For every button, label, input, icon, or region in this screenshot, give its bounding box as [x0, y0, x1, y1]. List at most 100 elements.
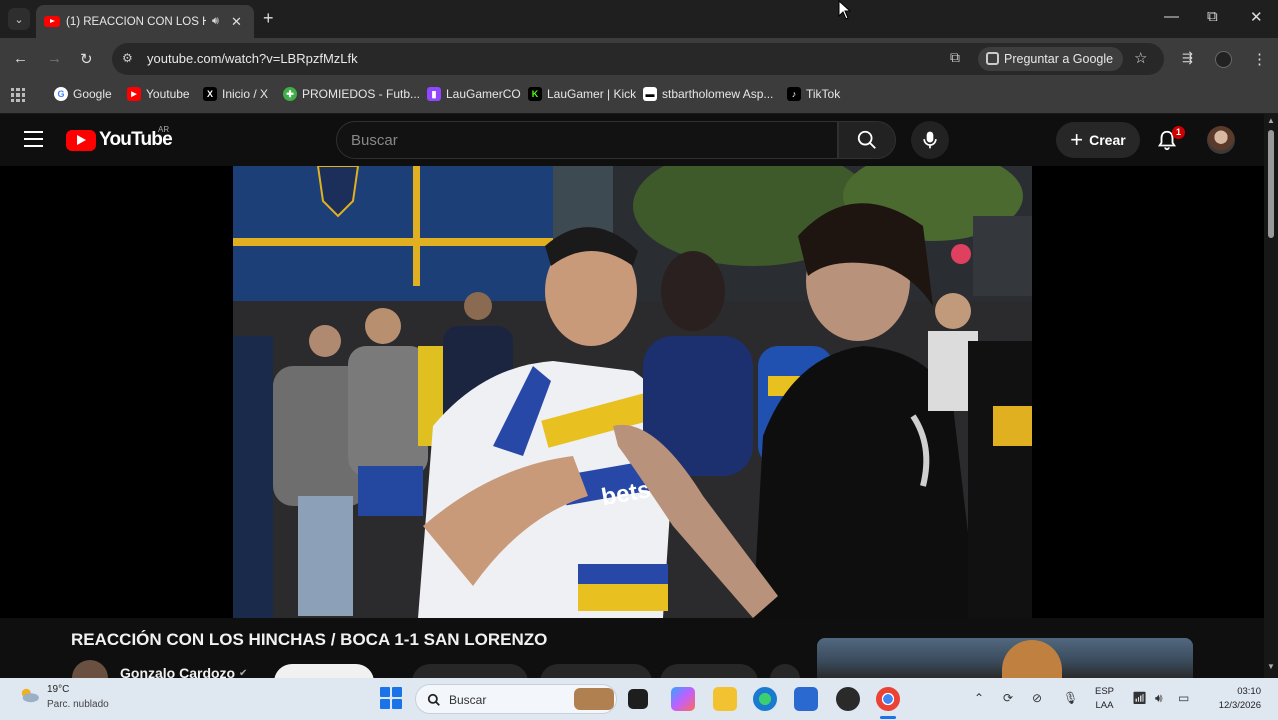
partly-cloudy-icon[interactable]	[18, 686, 40, 704]
forward-icon[interactable]: →	[47, 50, 62, 67]
notification-badge: 1	[1172, 126, 1185, 139]
search-placeholder: Buscar	[351, 132, 398, 149]
video-player[interactable]: betss	[233, 166, 1032, 618]
site-info-icon[interactable]: ⚙	[122, 51, 133, 65]
bookmark-google[interactable]: G Google	[54, 87, 112, 101]
windows-taskbar: 19°C Parc. nublado Buscar ⌃ ⟳ ⊘ 🎙︎ ESP L…	[0, 678, 1278, 720]
apps-grid-icon[interactable]	[11, 88, 25, 102]
video-title: REACCIÓN CON LOS HINCHAS / BOCA 1-1 SAN …	[71, 630, 548, 649]
back-icon[interactable]: ←	[13, 50, 28, 67]
tab-search-button[interactable]: ⌄	[8, 8, 30, 30]
mouse-cursor-icon	[838, 0, 852, 20]
restore-icon[interactable]: ⧉	[1207, 8, 1218, 25]
ask-google-label: Preguntar a Google	[1004, 52, 1114, 66]
network-off-icon[interactable]: ⊘	[1032, 691, 1042, 705]
create-label: Crear	[1089, 132, 1126, 148]
bookmark-label: stbartholomew Asp...	[662, 87, 774, 101]
voice-search-button[interactable]	[911, 121, 949, 159]
youtube-logo[interactable]: YouTube	[66, 129, 173, 151]
bookmark-label: Google	[73, 87, 112, 101]
chrome-icon[interactable]	[876, 687, 900, 711]
clock-time: 03:10	[1237, 686, 1261, 697]
page-scrollbar[interactable]: ▲ ▼	[1264, 114, 1278, 678]
keyboard-layout: LAA	[1095, 700, 1114, 711]
google-icon: G	[54, 87, 68, 101]
bookmark-label: LauGamer | Kick	[547, 87, 637, 101]
edge-icon[interactable]	[753, 687, 777, 711]
search-icon	[857, 130, 876, 149]
install-app-icon[interactable]: ⧉	[950, 49, 960, 66]
app-icon[interactable]	[836, 687, 860, 711]
youtube-icon: ▶	[127, 87, 141, 101]
tiktok-icon: ♪	[787, 87, 801, 101]
twitch-icon: ▮	[427, 87, 441, 101]
active-tab[interactable]: (1) REACCIÓN CON LOS HINCHAS / BOCA 1-1 …	[36, 5, 254, 38]
search-icon	[427, 693, 440, 706]
bookmark-label: TikTok	[806, 87, 841, 101]
battery-icon[interactable]: ▭	[1178, 691, 1189, 705]
taskbar-search-placeholder: Buscar	[449, 693, 487, 707]
active-app-indicator	[880, 716, 896, 719]
bookmark-x[interactable]: X Inicio / X	[203, 87, 268, 101]
region-code: AR	[158, 125, 170, 134]
scroll-down-icon[interactable]: ▼	[1267, 662, 1275, 671]
youtube-header: YouTube AR Buscar + Crear 1	[0, 114, 1264, 166]
x-icon: X	[203, 87, 217, 101]
search-input[interactable]: Buscar	[336, 121, 838, 159]
close-window-icon[interactable]: ✕	[1250, 8, 1263, 26]
address-bar[interactable]: ⚙ youtube.com/watch?v=LBRpzfMzLfk ⧉ Preg…	[112, 43, 1164, 75]
reload-icon[interactable]: ↻	[80, 50, 93, 68]
bookmark-kick[interactable]: K LauGamer | Kick	[528, 87, 636, 101]
bookmark-twitch[interactable]: ▮ LauGamerCO	[427, 87, 521, 101]
minimize-icon[interactable]: —	[1164, 8, 1179, 25]
bookmark-label: Youtube	[146, 87, 190, 101]
task-view-icon[interactable]	[628, 689, 648, 709]
bookmark-label: Inicio / X	[222, 87, 269, 101]
browser-toolbar: ← → ↻ ⚙ youtube.com/watch?v=LBRpzfMzLfk …	[0, 38, 1278, 80]
microphone-tray-icon[interactable]: 🎙︎	[1063, 691, 1078, 705]
speaker-icon[interactable]: 🔊︎	[212, 15, 219, 28]
bookmark-star-icon[interactable]: ☆	[1134, 49, 1147, 67]
weather-description[interactable]: Parc. nublado	[47, 699, 109, 710]
kick-icon: K	[528, 87, 542, 101]
wifi-icon[interactable]: 📶︎	[1132, 691, 1147, 705]
youtube-logo-icon	[66, 129, 96, 151]
url-text[interactable]: youtube.com/watch?v=LBRpzfMzLfk	[147, 51, 358, 66]
bookmark-youtube[interactable]: ▶ Youtube	[127, 87, 190, 101]
file-explorer-icon[interactable]	[713, 687, 737, 711]
account-avatar[interactable]	[1207, 126, 1235, 154]
ask-google-button[interactable]: Preguntar a Google	[978, 47, 1124, 71]
search-highlight-image	[574, 688, 614, 710]
bookmark-stbartholomew[interactable]: ▬ stbartholomew Asp...	[643, 87, 773, 101]
microsoft-store-icon[interactable]	[794, 687, 818, 711]
create-button[interactable]: + Crear	[1056, 122, 1140, 158]
recommended-video-thumbnail[interactable]	[817, 638, 1193, 678]
language-code: ESP	[1095, 686, 1115, 697]
bookmark-tiktok[interactable]: ♪ TikTok	[787, 87, 840, 101]
volume-icon[interactable]: 🔊︎	[1155, 691, 1163, 706]
menu-dots-icon[interactable]: ⋮	[1252, 50, 1267, 68]
copilot-icon[interactable]	[671, 687, 695, 711]
search-button[interactable]	[838, 121, 896, 159]
tab-title: (1) REACCIÓN CON LOS HINCHAS / BOCA 1-1 …	[66, 15, 206, 28]
hamburger-menu-icon[interactable]	[24, 131, 43, 147]
system-clock[interactable]: 03:10 12/3/2026	[1205, 685, 1261, 713]
profile-icon[interactable]	[1215, 51, 1232, 68]
cast-icon[interactable]: ⇶	[1182, 50, 1193, 66]
stbartholomew-icon: ▬	[643, 87, 657, 101]
close-tab-icon[interactable]: ✕	[231, 14, 242, 30]
bookmarks-bar: G Google ▶ Youtube X Inicio / X ✚ PROMIE…	[0, 80, 1278, 114]
weather-temperature[interactable]: 19°C	[47, 684, 69, 695]
sync-icon[interactable]: ⟳	[1003, 691, 1013, 705]
start-button[interactable]	[380, 687, 402, 709]
input-language[interactable]: ESP LAA	[1095, 685, 1114, 713]
clock-date: 12/3/2026	[1218, 700, 1261, 711]
show-hidden-icons-icon[interactable]: ⌃	[974, 691, 984, 705]
taskbar-search-box[interactable]: Buscar	[415, 684, 617, 714]
youtube-favicon-icon	[44, 16, 60, 27]
browser-title-bar: ⌄ (1) REACCIÓN CON LOS HINCHAS / BOCA 1-…	[0, 0, 1278, 38]
bookmark-promiedos[interactable]: ✚ PROMIEDOS - Futb...	[283, 87, 420, 101]
scrollbar-thumb[interactable]	[1268, 130, 1274, 238]
new-tab-icon[interactable]: +	[263, 8, 274, 29]
scroll-up-icon[interactable]: ▲	[1267, 116, 1275, 125]
